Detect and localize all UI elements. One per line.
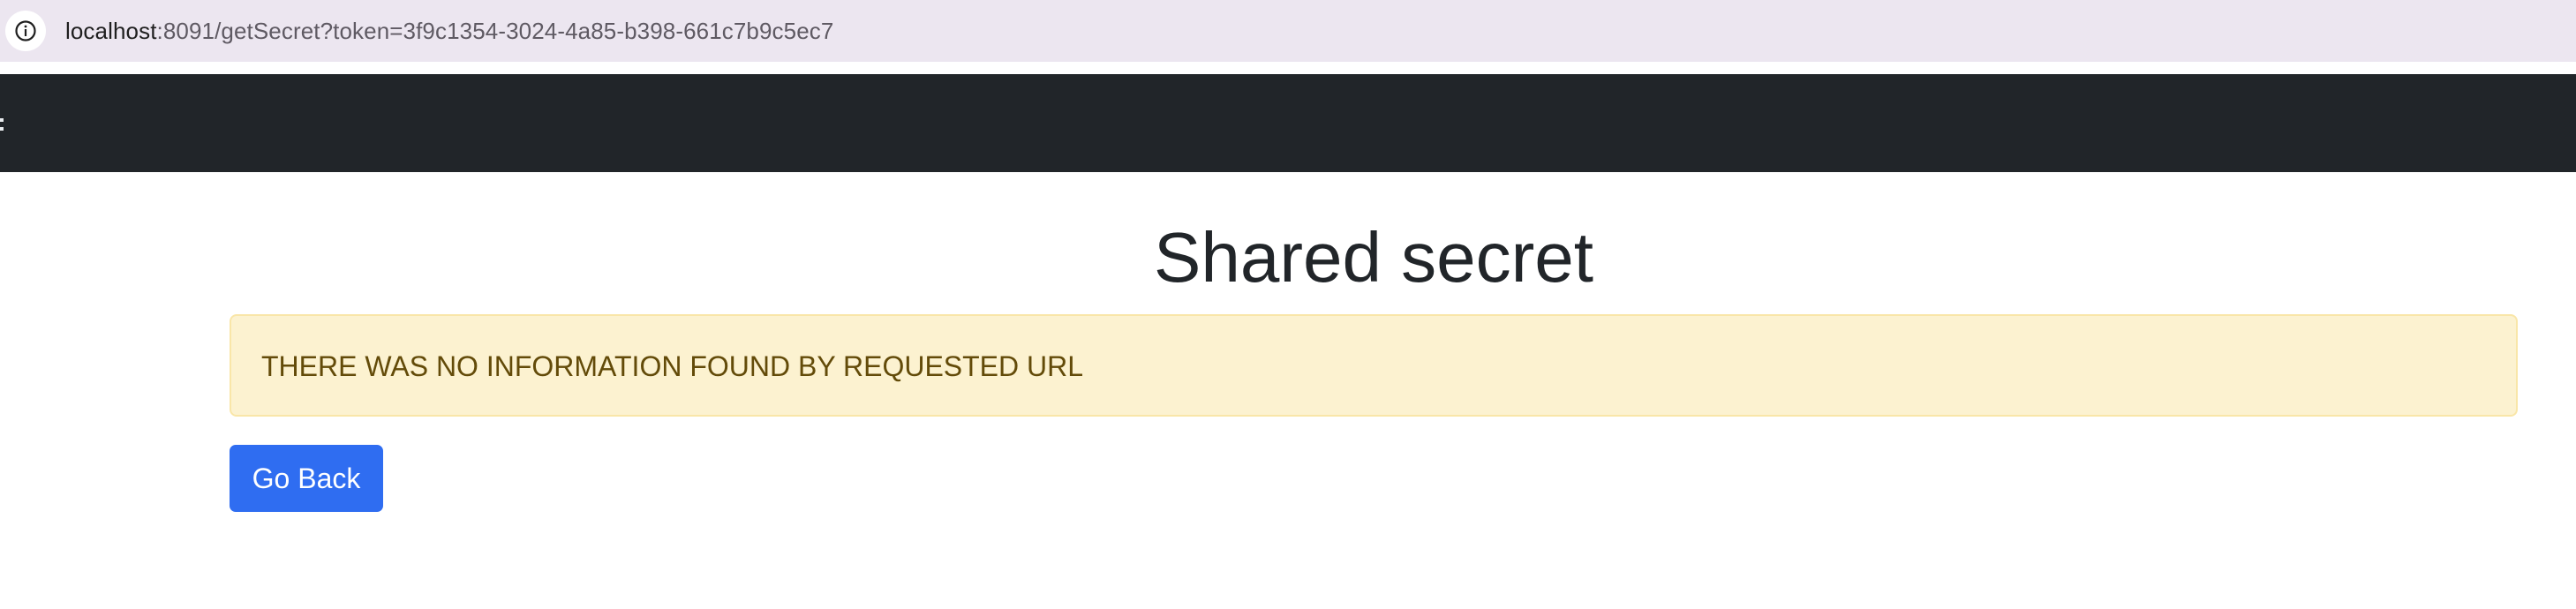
warning-alert: THERE WAS NO INFORMATION FOUND BY REQUES…	[230, 314, 2518, 417]
site-info-button[interactable]	[5, 11, 46, 51]
go-back-button[interactable]: Go Back	[230, 445, 383, 512]
url-host: localhost	[65, 18, 157, 44]
info-circle-icon	[15, 20, 36, 41]
browser-address-bar: localhost:8091/getSecret?token=3f9c1354-…	[0, 0, 2576, 73]
alert-message: THERE WAS NO INFORMATION FOUND BY REQUES…	[261, 350, 1084, 382]
navbar-edge-icon	[0, 118, 4, 136]
top-navbar	[0, 74, 2576, 172]
url-text[interactable]: localhost:8091/getSecret?token=3f9c1354-…	[65, 16, 833, 46]
page-title: Shared secret	[1153, 218, 1594, 297]
url-field[interactable]: localhost:8091/getSecret?token=3f9c1354-…	[0, 0, 2576, 62]
url-path: :8091/getSecret?token=3f9c1354-3024-4a85…	[156, 18, 834, 44]
